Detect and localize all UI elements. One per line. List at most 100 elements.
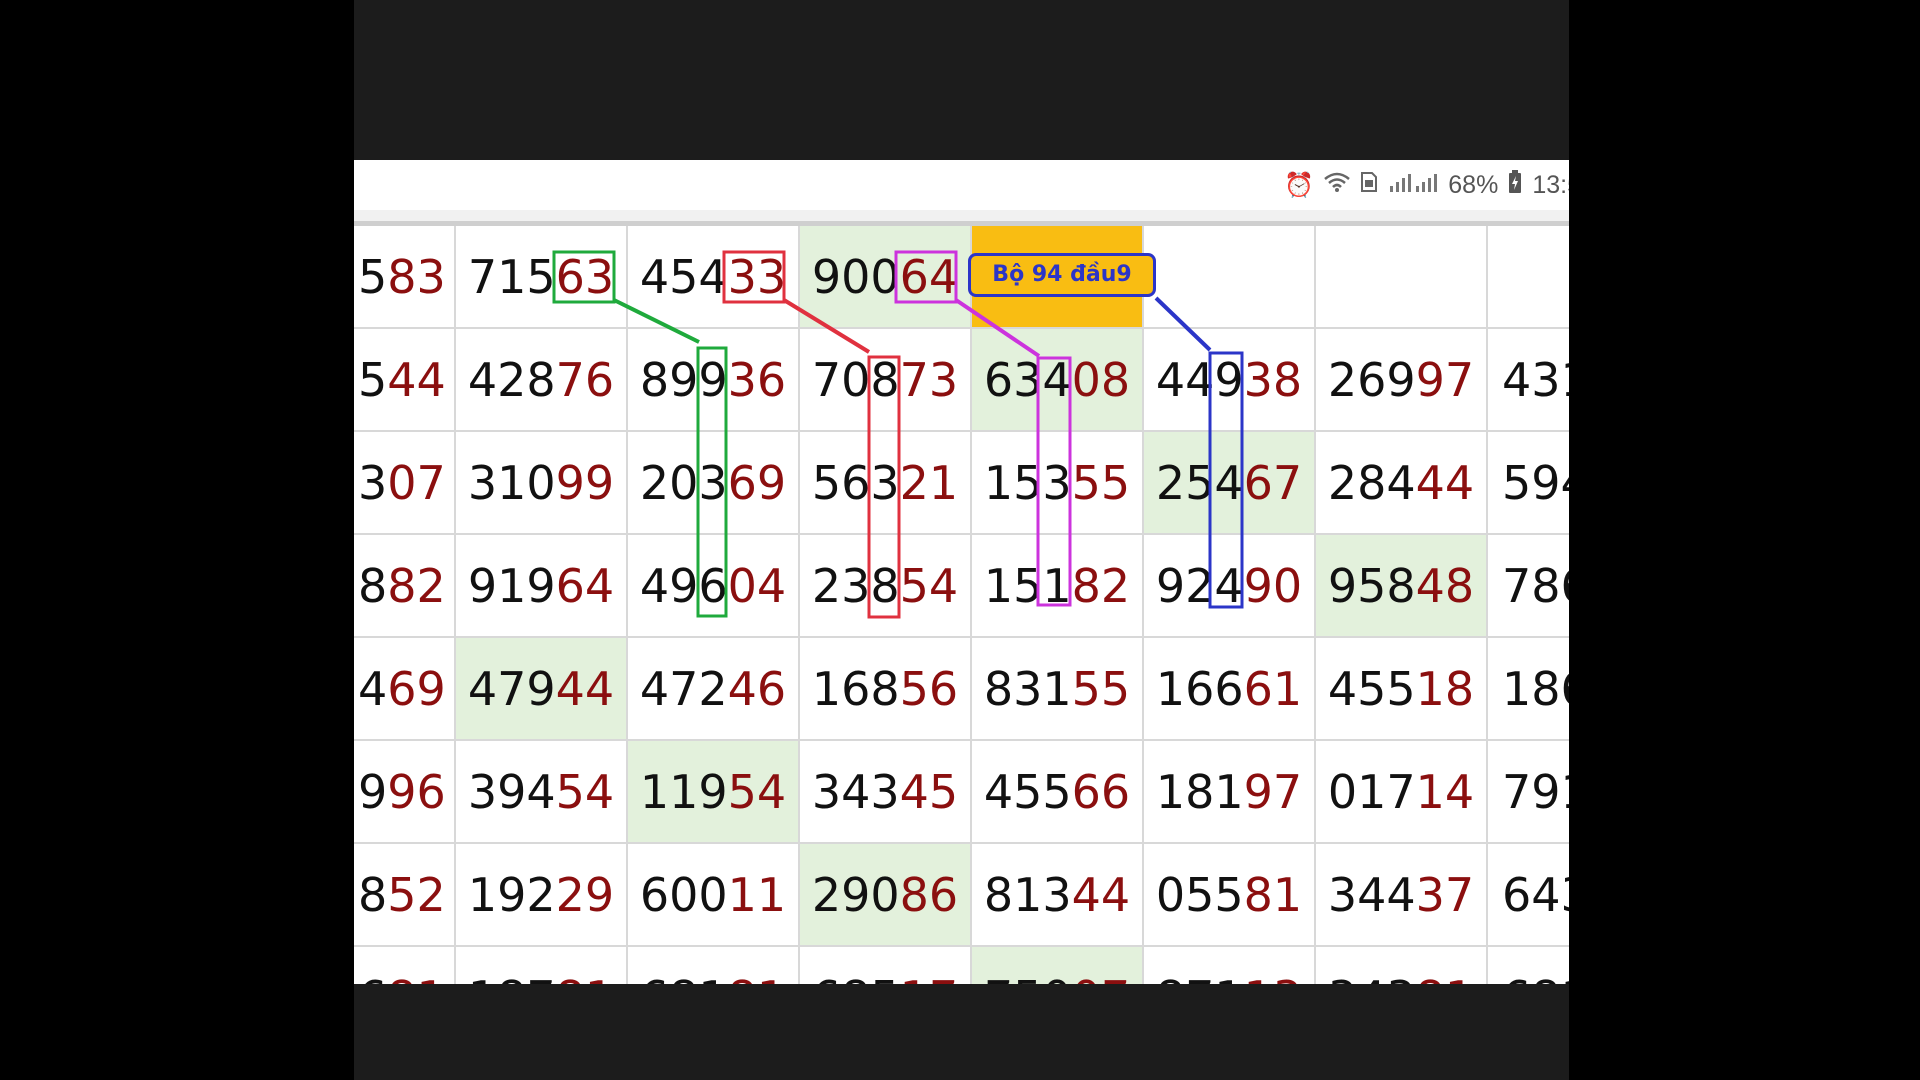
cell-head-digits: 4: [358, 662, 388, 716]
table-cell-r0-c0: 583: [354, 226, 456, 329]
cell-head-digits: 151: [983, 559, 1072, 613]
cell-tail-digits: 52: [387, 868, 446, 922]
cell-tail-digits: 44: [555, 662, 615, 716]
cell-tail-digits: 11: [727, 868, 787, 922]
cell-tail-digits: 33: [727, 250, 787, 304]
cell-head-digits: 238: [811, 559, 900, 613]
table-cell-r4-c5: 16661: [1144, 638, 1316, 741]
cell-tail-digits: 96: [387, 765, 446, 819]
cell-head-digits: 343: [1328, 971, 1416, 984]
cell-tail-digits: 99: [555, 456, 615, 510]
table-cell-r0-c3: 90064: [800, 226, 972, 329]
cell-head-digits: 153: [983, 456, 1072, 510]
cell-head-digits: 9: [358, 765, 388, 819]
cell-tail-digits: 81: [728, 971, 787, 984]
cell-tail-digits: 67: [1243, 456, 1303, 510]
table-cell-r6-c1: 19229: [456, 844, 628, 947]
cell-head-digits: 254: [1155, 456, 1244, 510]
cell-head-digits: 563: [811, 456, 900, 510]
table-cell-r0-c6: [1316, 226, 1488, 329]
table-cell-r4-c2: 47246: [628, 638, 800, 741]
cell-tail-digits: 48: [1415, 559, 1475, 613]
table-cell-r5-c0: 996: [354, 741, 456, 844]
cell-head-digits: 786: [1502, 559, 1569, 613]
status-bar: ⏰ 68% 13:5: [354, 160, 1569, 210]
cell-tail-digits: 90: [1243, 559, 1303, 613]
cell-head-digits: 186: [1502, 662, 1569, 716]
cell-head-digits: 455: [1327, 662, 1416, 716]
table-cell-r6-c5: 05581: [1144, 844, 1316, 947]
table-cell-r4-c4: 83155: [972, 638, 1144, 741]
cell-head-digits: 681: [1502, 971, 1569, 984]
sim-card-icon: [1360, 171, 1378, 200]
cell-head-digits: 479: [467, 662, 556, 716]
cell-head-digits: 496: [639, 559, 728, 613]
phone-screen: ⏰ 68% 13:5 58371563454339006454442876899…: [354, 0, 1569, 1080]
table-cell-r6-c3: 29086: [800, 844, 972, 947]
cell-tail-digits: 44: [1415, 456, 1475, 510]
table-cell-r2-c5: 25467: [1144, 432, 1316, 535]
cell-tail-digits: 81: [1416, 971, 1475, 984]
table-cell-r3-c1: 91964: [456, 535, 628, 638]
table-cell-r5-c5: 18197: [1144, 741, 1316, 844]
cell-tail-digits: 82: [1071, 559, 1131, 613]
table-cell-r7-c3: 68517: [800, 947, 972, 984]
table-cell-r2-c7: 594: [1488, 432, 1569, 535]
cell-head-digits: 643: [1502, 868, 1569, 922]
table-cell-r2-c0: 307: [354, 432, 456, 535]
battery-percent: 68%: [1448, 170, 1499, 199]
cell-head-digits: 472: [639, 662, 728, 716]
cell-head-digits: 900: [811, 250, 900, 304]
table-cell-r4-c3: 16856: [800, 638, 972, 741]
cell-tail-digits: 81: [1243, 868, 1303, 922]
cell-head-digits: 394: [467, 765, 556, 819]
table-cell-r3-c3: 23854: [800, 535, 972, 638]
cell-tail-digits: 81: [387, 971, 446, 984]
cell-tail-digits: 17: [900, 971, 959, 984]
cell-tail-digits: 36: [727, 353, 787, 407]
table-cell-r4-c1: 47944: [456, 638, 628, 741]
table-cell-r0-c7: [1488, 226, 1569, 329]
table-cell-r0-c5: [1144, 226, 1316, 329]
battery-icon: [1508, 169, 1522, 201]
cell-tail-digits: 14: [1415, 765, 1475, 819]
cell-head-digits: 344: [1327, 868, 1416, 922]
cell-tail-digits: 82: [387, 559, 446, 613]
cell-tail-digits: 63: [555, 250, 615, 304]
cell-tail-digits: 61: [1243, 662, 1303, 716]
cell-tail-digits: 45: [899, 765, 959, 819]
results-table[interactable]: 583 71563 45433 90064 544 42876 89936 70873 6340…: [354, 226, 1569, 984]
table-cell-r5-c3: 34345: [800, 741, 972, 844]
table-cell-r2-c4: 15355: [972, 432, 1144, 535]
cell-head-digits: 708: [811, 353, 900, 407]
cell-head-digits: 715: [467, 250, 556, 304]
cell-tail-digits: 83: [387, 250, 446, 304]
cell-tail-digits: 54: [899, 559, 959, 613]
table-cell-r3-c0: 882: [354, 535, 456, 638]
cell-tail-digits: 46: [727, 662, 787, 716]
cell-tail-digits: 08: [1071, 353, 1131, 407]
cell-head-digits: 6: [358, 971, 387, 984]
table-cell-r5-c2: 11954: [628, 741, 800, 844]
cell-head-digits: 166: [1155, 662, 1244, 716]
table-cell-r1-c4: 63408: [972, 329, 1144, 432]
cell-head-digits: 5: [358, 250, 388, 304]
cell-tail-digits: 37: [1415, 868, 1475, 922]
table-cell-r5-c1: 39454: [456, 741, 628, 844]
cell-tail-digits: 64: [899, 250, 959, 304]
table-cell-r5-c7: 791: [1488, 741, 1569, 844]
cell-head-digits: 449: [1155, 353, 1244, 407]
cell-tail-digits: 13: [1244, 971, 1303, 984]
table-cell-r3-c5: 92490: [1144, 535, 1316, 638]
cell-tail-digits: 38: [1243, 353, 1303, 407]
cell-head-digits: 685: [812, 971, 900, 984]
cell-tail-digits: 55: [1071, 662, 1131, 716]
cell-tail-digits: 86: [899, 868, 959, 922]
status-icons: ⏰ 68% 13:5: [1284, 168, 1569, 202]
table-cell-r5-c6: 01714: [1316, 741, 1488, 844]
cell-head-digits: 5: [358, 353, 388, 407]
table-cell-r6-c6: 34437: [1316, 844, 1488, 947]
cell-head-digits: 017: [1327, 765, 1416, 819]
table-cell-r7-c5: 87113: [1144, 947, 1316, 984]
table-cell-r2-c2: 20369: [628, 432, 800, 535]
